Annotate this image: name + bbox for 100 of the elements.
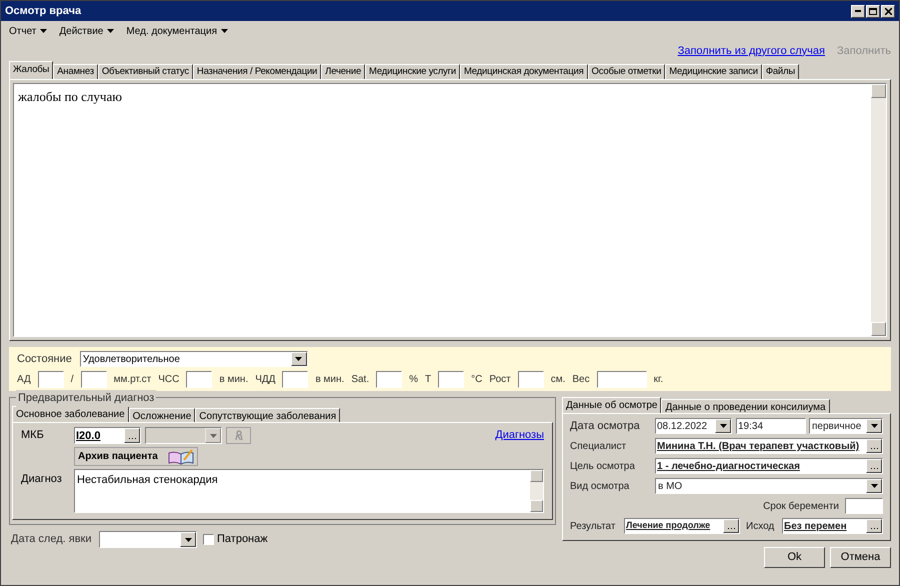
ribbon-icon [234, 430, 242, 441]
maximize-button[interactable] [866, 4, 880, 18]
tab[interactable]: Жалобы [9, 61, 54, 79]
tab[interactable]: Осложнение [128, 408, 196, 422]
dropdown-arrow-icon [870, 484, 878, 488]
browse-button[interactable] [866, 439, 882, 453]
vital-label: Sat. [351, 372, 370, 386]
menu-item[interactable]: Мед. документация [126, 24, 228, 38]
tab[interactable]: Особые отметки [588, 64, 666, 79]
maximize-icon [869, 8, 877, 14]
goal-field[interactable]: 1 - лечебно-диагностическая [655, 458, 883, 474]
dropdown-arrow-icon [295, 357, 302, 362]
tab[interactable]: Сопутствующие заболевания [195, 408, 340, 422]
outcome-field[interactable]: Без перемен [782, 518, 883, 534]
pregnancy-term-label: Срок беременти [763, 500, 839, 514]
diagnosis-label: Диагноз [21, 472, 63, 487]
tab[interactable]: Медицинские записи [665, 64, 762, 79]
dropdown-arrow-icon [107, 29, 114, 33]
close-icon [884, 8, 892, 14]
vital-input-field[interactable] [438, 370, 464, 388]
dropdown-button[interactable] [866, 479, 882, 493]
tab[interactable]: Анамнез [53, 64, 98, 79]
tab[interactable]: Основное заболевание [12, 406, 129, 422]
vital-label: / [70, 372, 74, 386]
outcome-label: Исход [746, 520, 776, 534]
tab[interactable]: Медицинские услуги [365, 64, 460, 79]
tab[interactable]: Данные об осмотре [562, 397, 662, 413]
vital-input-field[interactable] [282, 370, 308, 388]
dialog-button[interactable]: Ok [764, 547, 825, 568]
scrollbar[interactable] [871, 84, 886, 336]
dropdown-arrow-icon [184, 538, 192, 542]
minimize-button[interactable] [851, 4, 865, 18]
pregnancy-term-field[interactable] [845, 498, 883, 514]
dropdown-button[interactable] [180, 532, 196, 547]
vital-label: ЧДД [255, 372, 276, 386]
vital-label: % [409, 372, 418, 386]
mkb-input-field[interactable]: I20.0 [74, 427, 141, 444]
result-field[interactable]: Лечение продолже [624, 518, 740, 534]
vital-input-field[interactable] [38, 370, 64, 388]
patronage-label: Патронаж [217, 532, 268, 548]
vital-input-field[interactable] [186, 370, 212, 388]
result-label: Результат [570, 520, 616, 534]
vital-input-field[interactable] [518, 370, 544, 388]
complaints-text: жалобы по случаю [18, 89, 122, 104]
browse-button[interactable] [723, 519, 739, 533]
tab[interactable]: Файлы [762, 64, 800, 79]
tab[interactable]: Данные о проведении консилиума [661, 399, 830, 413]
diagnoses-link[interactable]: Диагнозы [495, 427, 544, 444]
fill-link[interactable]: Заполнить из другого случая [678, 42, 825, 60]
vital-label: мм.рт.ст [114, 372, 152, 386]
group-title: Предварительный диагноз [16, 390, 156, 406]
exam-kind-dropdown[interactable]: в МО [655, 478, 883, 494]
specialist-label: Специалист [570, 440, 628, 454]
browse-button[interactable] [124, 428, 140, 443]
patronage-checkbox[interactable] [203, 534, 214, 545]
vital-input-field[interactable] [596, 370, 647, 388]
vital-label: кг. [654, 372, 664, 386]
next-visit-label: Дата след. явки [11, 532, 92, 548]
next-visit-date-field[interactable] [99, 531, 197, 548]
dialog-button[interactable]: Отмена [830, 547, 891, 568]
mkb-label: МКБ [21, 428, 45, 444]
tab[interactable]: Объективный статус [98, 64, 193, 79]
goal-label: Цель осмотра [570, 460, 636, 474]
vital-input-field[interactable] [80, 370, 107, 388]
exam-kind-label: Вид осмотра [570, 480, 630, 494]
vital-input-field[interactable] [376, 370, 402, 388]
exam-time-field[interactable]: 19:34 [736, 418, 806, 434]
exam-date-label: Дата осмотра [570, 418, 641, 434]
dropdown-arrow-icon [720, 424, 726, 428]
dropdown-arrow-icon [40, 29, 48, 33]
menu-item[interactable]: Отчет [9, 24, 48, 38]
minimize-icon [855, 10, 861, 12]
specialist-field[interactable]: Минина Т.Н. (Врач терапевт участковый) [655, 438, 883, 454]
diagnosis-text-area[interactable]: Нестабильная стенокардия [74, 469, 544, 513]
close-button[interactable] [881, 4, 895, 18]
menu-item[interactable]: Действие [59, 24, 114, 38]
vital-label: Вес [572, 372, 590, 386]
state-dropdown[interactable]: Удовлетворительное [80, 351, 308, 368]
tab[interactable]: Медицинская документация [460, 64, 588, 79]
vital-label: Рост [489, 372, 511, 386]
dropdown-button[interactable] [290, 352, 307, 366]
book-icon [168, 448, 194, 464]
vital-label: Т [425, 372, 432, 386]
patient-archive-button[interactable]: Архив пациента [74, 447, 198, 466]
browse-button[interactable] [866, 459, 882, 473]
state-label: Состояние [17, 352, 72, 367]
vital-label: в мин. [315, 372, 344, 386]
dropdown-arrow-icon [210, 434, 216, 438]
dropdown-button[interactable] [866, 419, 882, 433]
tab[interactable]: Лечение [321, 64, 366, 79]
exam-date-field[interactable]: 08.12.2022 [655, 418, 732, 434]
browse-button[interactable] [866, 519, 882, 533]
complaints-text-area[interactable]: жалобы по случаю [13, 83, 887, 337]
vital-label: в мин. [219, 372, 248, 386]
vital-label: АД [17, 372, 31, 386]
dropdown-arrow-icon [870, 424, 878, 428]
dropdown-button[interactable] [715, 419, 731, 433]
visit-type-dropdown[interactable]: первичное [809, 418, 883, 434]
dropdown-arrow-icon [221, 29, 228, 33]
tab[interactable]: Назначения / Рекомендации [192, 64, 322, 79]
